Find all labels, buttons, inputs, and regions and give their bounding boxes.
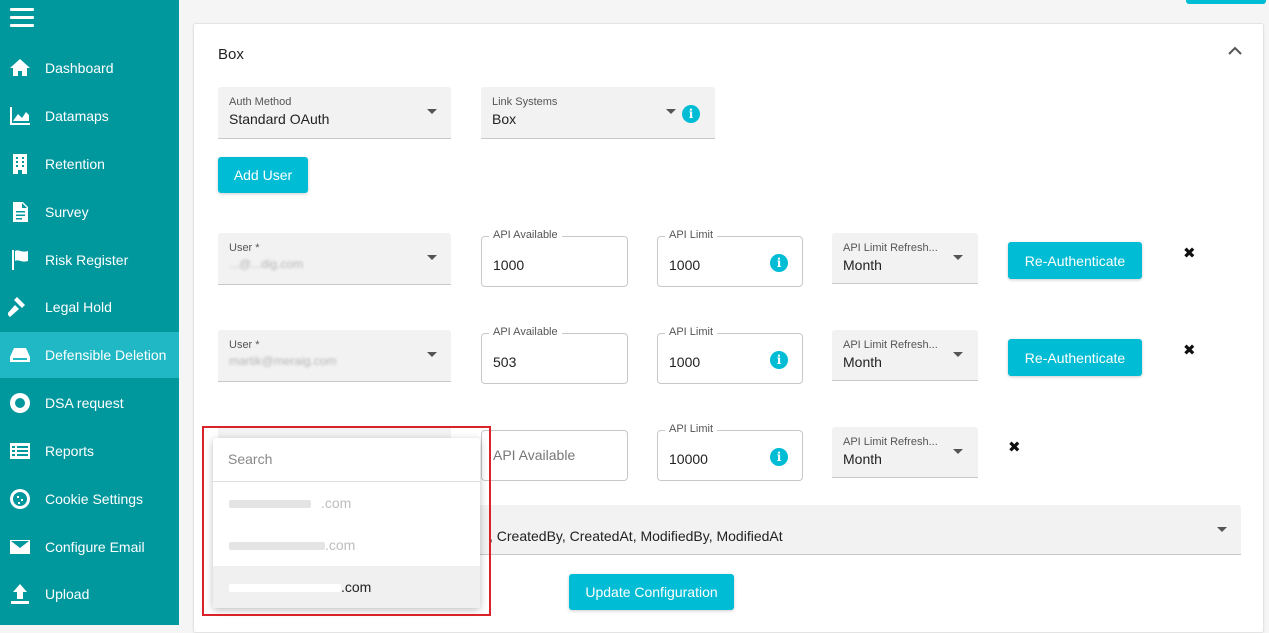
sidebar-item-dashboard[interactable]: Dashboard [0, 45, 179, 91]
menu-icon[interactable] [10, 8, 34, 28]
envelope-icon [7, 534, 33, 560]
sidebar-item-upload[interactable]: Upload [0, 571, 179, 617]
chevron-up-icon[interactable] [1228, 46, 1242, 56]
caret-down-icon [427, 255, 437, 260]
re-authenticate-button[interactable]: Re-Authenticate [1008, 242, 1142, 279]
dropdown-option[interactable]: .com [213, 524, 480, 566]
sidebar-item-label: Survey [45, 204, 89, 220]
dropdown-option[interactable]: .com [213, 482, 480, 524]
info-icon[interactable]: i [682, 105, 700, 123]
caret-down-icon [666, 109, 676, 114]
sidebar-item-label: Configure Email [45, 539, 145, 555]
sidebar-item-label: Defensible Deletion [45, 347, 167, 363]
sidebar-item-label: Upload [45, 586, 90, 602]
list-icon [7, 438, 33, 464]
sidebar-item-survey[interactable]: Survey [0, 189, 179, 235]
close-icon[interactable]: ✖ [1008, 440, 1021, 455]
sidebar-item-legal-hold[interactable]: Legal Hold [0, 284, 179, 330]
auth-method-select[interactable]: Auth Method Standard OAuth [218, 87, 451, 139]
link-systems-select[interactable]: Link Systems Box i [481, 87, 715, 139]
sidebar-item-dsa-request[interactable]: DSA request [0, 380, 179, 426]
building-icon [7, 151, 33, 177]
dropdown-option[interactable]: .com [213, 566, 480, 608]
search-input[interactable] [228, 451, 458, 467]
upload-icon [7, 581, 33, 607]
sidebar-item-datamaps[interactable]: Datamaps [0, 93, 179, 139]
sidebar-item-reports[interactable]: Reports [0, 428, 179, 474]
sidebar-item-label: Risk Register [45, 252, 129, 268]
caret-down-icon [1217, 527, 1227, 532]
gavel-icon [7, 294, 33, 320]
info-icon[interactable]: i [770, 351, 788, 369]
caret-down-icon [953, 449, 963, 454]
sidebar-item-retention[interactable]: Retention [0, 141, 179, 187]
sidebar-item-label: Datamaps [45, 108, 109, 124]
drive-icon [7, 342, 33, 368]
user-select[interactable]: User * ...@...dig.com [218, 233, 451, 285]
sidebar-item-label: Legal Hold [45, 299, 112, 315]
sidebar-item-label: DSA request [45, 395, 124, 411]
info-icon[interactable]: i [770, 448, 788, 466]
cookie-icon [7, 486, 33, 512]
update-configuration-button[interactable]: Update Configuration [569, 574, 734, 610]
caret-down-icon [427, 109, 437, 114]
caret-down-icon [427, 352, 437, 357]
api-limit-field[interactable]: API Limit 1000 i [657, 229, 803, 287]
option-label: .com [325, 537, 356, 553]
caret-down-icon [953, 255, 963, 260]
home-icon [7, 55, 33, 81]
top-action-button[interactable] [1186, 0, 1266, 4]
user-dropdown-menu: .com .com .com [213, 438, 480, 608]
lifebuoy-icon [7, 390, 33, 416]
re-authenticate-button[interactable]: Re-Authenticate [1008, 339, 1142, 376]
sidebar-item-defensible-deletion[interactable]: Defensible Deletion [0, 332, 179, 378]
info-icon[interactable]: i [770, 254, 788, 272]
add-user-button[interactable]: Add User [218, 157, 308, 193]
flag-icon [7, 247, 33, 273]
api-available-field[interactable]: API Available 1000 [481, 229, 628, 287]
sidebar-item-cookie-settings[interactable]: Cookie Settings [0, 476, 179, 522]
api-limit-refresh-select[interactable]: API Limit Refresh... Month [832, 330, 978, 381]
dropdown-search [213, 438, 480, 482]
api-limit-field[interactable]: API Limit 1000 i [657, 326, 803, 384]
api-limit-refresh-select[interactable]: API Limit Refresh... Month [832, 427, 978, 478]
sidebar-item-configure-email[interactable]: Configure Email [0, 524, 179, 570]
sidebar-item-risk-register[interactable]: Risk Register [0, 237, 179, 283]
sidebar-item-label: Reports [45, 443, 95, 459]
api-available-field[interactable]: API Available 503 [481, 326, 628, 384]
api-limit-refresh-select[interactable]: API Limit Refresh... Month [832, 233, 978, 284]
sidebar-item-label: Retention [45, 156, 105, 172]
caret-down-icon [953, 352, 963, 357]
sidebar-item-label: Dashboard [45, 60, 114, 76]
user-select[interactable]: User * martik@meraig.com [218, 330, 451, 382]
option-label: .com [341, 579, 372, 595]
sidebar-item-label: Cookie Settings [45, 491, 144, 507]
api-available-field[interactable]: API Available [481, 430, 628, 481]
api-limit-field[interactable]: API Limit 10000 i [657, 423, 803, 481]
area-chart-icon [7, 103, 33, 129]
close-icon[interactable]: ✖ [1183, 343, 1196, 358]
card-title: Box [218, 46, 244, 63]
close-icon[interactable]: ✖ [1183, 246, 1196, 261]
document-icon [7, 199, 33, 225]
option-label: .com [321, 495, 352, 511]
sidebar: Dashboard Datamaps Retention Survey Risk… [0, 0, 179, 625]
